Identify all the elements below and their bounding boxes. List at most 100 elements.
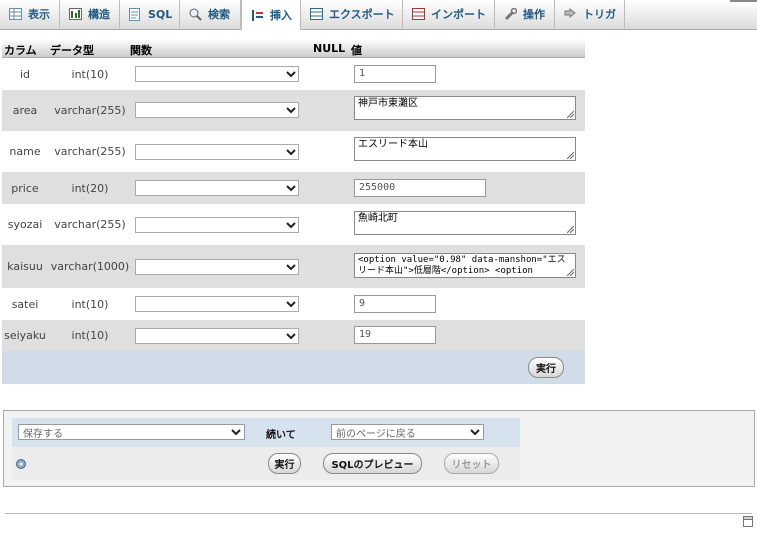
column-type: varchar(1000) [50, 260, 130, 273]
column-type: varchar(255) [54, 104, 126, 117]
trigger-icon [563, 7, 577, 21]
column-type: varchar(255) [54, 145, 126, 158]
header-type: データ型 [50, 44, 94, 57]
value-textarea[interactable]: 神戸市東灘区 [354, 96, 576, 120]
table-row: syozai varchar(255) 魚崎北町 [2, 204, 585, 245]
table-row: area varchar(255) 神戸市東灘区 [2, 90, 585, 131]
chevron-down-icon [284, 260, 298, 274]
submit-panel-inner: 保存する 続いて 前のページに戻る 実行 SQLのプレビュー リセット [12, 418, 520, 480]
divider [5, 513, 752, 514]
resize-grip-icon[interactable] [567, 111, 574, 118]
tab-operations[interactable]: 操作 [495, 0, 555, 28]
tab-bar: 表示 構造 SQL 検索 挿入 エクスポート インポート 操作 トリガ [0, 0, 757, 30]
column-type: int(20) [71, 181, 109, 195]
column-name: satei [11, 297, 39, 311]
tab-label: 検索 [208, 8, 230, 21]
submit-panel: 保存する 続いて 前のページに戻る 実行 SQLのプレビュー リセット [3, 410, 755, 487]
column-type: int(10) [71, 297, 109, 311]
structure-icon [68, 7, 82, 21]
chevron-down-icon [284, 329, 298, 343]
column-name: seiyaku [4, 329, 46, 342]
column-type: int(10) [71, 329, 109, 342]
table-icon [8, 7, 22, 21]
tab-label: 挿入 [270, 9, 292, 22]
value-textarea[interactable]: <option value="0.98" data-manshon="エス リー… [354, 253, 576, 278]
insert-icon [250, 8, 264, 22]
table-header: カラム データ型 関数 NULL 値 [2, 39, 585, 58]
execute-button[interactable]: 実行 [528, 357, 564, 378]
table-row: satei int(10) 9 [2, 288, 585, 320]
value-input[interactable]: 19 [354, 326, 436, 344]
print-view-icon[interactable] [743, 516, 753, 527]
resize-grip-icon[interactable] [567, 269, 574, 276]
column-name: area [12, 104, 38, 117]
value-text: 魚崎北町 [358, 213, 398, 224]
header-value: 値 [351, 44, 362, 57]
sql-preview-button[interactable]: SQLのプレビュー [323, 453, 422, 474]
after-insert-select-value: 前のページに戻る [336, 428, 416, 440]
chevron-down-icon [284, 103, 298, 117]
search-icon [188, 7, 202, 21]
table-row: seiyaku int(10) 19 [2, 320, 585, 351]
execute-button[interactable]: 実行 [268, 453, 301, 474]
save-select[interactable]: 保存する [18, 424, 245, 440]
function-select[interactable] [135, 66, 299, 82]
tab-label: 操作 [523, 8, 545, 21]
import-icon [411, 7, 425, 21]
resize-grip-icon[interactable] [567, 152, 574, 159]
table-row: name varchar(255) エスリード本山 [2, 131, 585, 172]
tab-label: エクスポート [329, 8, 395, 21]
column-type: varchar(255) [54, 218, 126, 231]
wrench-icon [503, 7, 517, 21]
reset-button[interactable]: リセット [444, 453, 499, 474]
tab-label: トリガ [583, 8, 616, 21]
sql-icon [128, 7, 142, 21]
function-select[interactable] [135, 180, 299, 196]
tab-browse[interactable]: 表示 [0, 0, 60, 28]
tab-label: 構造 [88, 8, 110, 21]
after-insert-select[interactable]: 前のページに戻る [331, 424, 484, 440]
chevron-down-icon [284, 297, 298, 311]
value-textarea[interactable]: 魚崎北町 [354, 211, 576, 235]
chevron-down-icon [284, 67, 298, 81]
tab-label: SQL [148, 7, 173, 21]
function-select[interactable] [135, 144, 299, 160]
tab-search[interactable]: 検索 [180, 0, 241, 28]
tab-insert[interactable]: 挿入 [241, 0, 301, 30]
table-row: id int(10) 1 [2, 58, 585, 90]
tab-export[interactable]: エクスポート [301, 0, 403, 28]
header-function: 関数 [130, 44, 152, 57]
column-name: syozai [7, 218, 43, 231]
header-column: カラム [4, 44, 37, 57]
column-name: id [19, 67, 31, 81]
resize-grip-icon[interactable] [567, 226, 574, 233]
header-null: NULL [313, 42, 346, 55]
tab-sql[interactable]: SQL [120, 0, 180, 28]
function-select[interactable] [135, 259, 299, 275]
value-text-line: <option value="0.98" data-manshon="エス [358, 255, 566, 265]
value-textarea[interactable]: エスリード本山 [354, 137, 576, 161]
value-input[interactable]: 9 [354, 295, 436, 313]
value-text: 神戸市東灘区 [358, 98, 418, 109]
tab-triggers[interactable]: トリガ [555, 0, 625, 28]
tab-import[interactable]: インポート [403, 0, 495, 28]
tab-label: 表示 [28, 8, 50, 21]
export-icon [309, 7, 323, 21]
value-text: エスリード本山 [358, 139, 428, 150]
table-row: kaisuu varchar(1000) <option value="0.98… [2, 245, 585, 288]
column-name: kaisuu [7, 260, 43, 273]
table-footer: 実行 [2, 351, 585, 384]
function-select[interactable] [135, 328, 299, 344]
tab-bar-corner [730, 0, 757, 2]
function-select[interactable] [135, 296, 299, 312]
continue-label: 続いて [266, 430, 296, 441]
function-select[interactable] [135, 217, 299, 233]
function-select[interactable] [135, 102, 299, 118]
column-name: name [9, 145, 41, 158]
help-icon[interactable] [16, 459, 26, 472]
tab-label: インポート [431, 8, 486, 21]
tab-structure[interactable]: 構造 [60, 0, 120, 28]
value-input[interactable]: 1 [354, 65, 436, 83]
save-select-value: 保存する [23, 428, 63, 440]
value-input[interactable]: 255000 [354, 179, 486, 197]
